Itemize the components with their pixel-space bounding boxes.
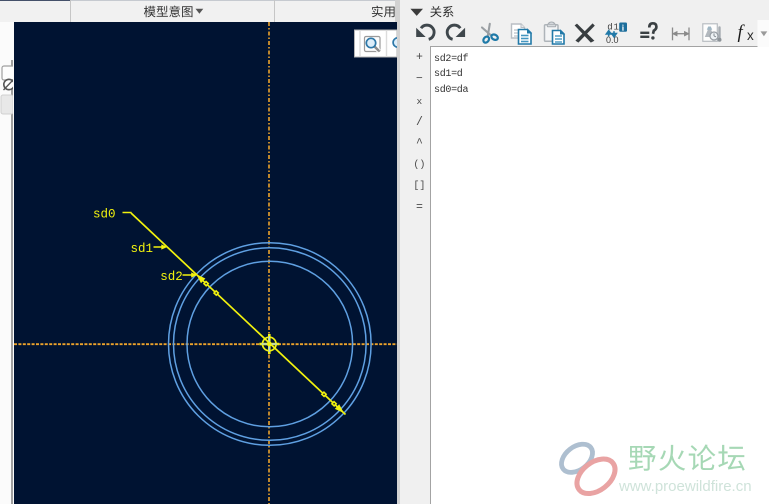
svg-text:sd0: sd0 xyxy=(93,208,116,222)
svg-text:=: = xyxy=(416,201,423,214)
svg-text:x: x xyxy=(417,96,423,107)
svg-text:−: − xyxy=(416,73,423,86)
svg-text:^: ^ xyxy=(416,137,423,150)
svg-text:/: / xyxy=(416,116,423,129)
svg-text:(): () xyxy=(413,159,425,171)
svg-text:+: + xyxy=(416,51,423,64)
svg-text:sd1: sd1 xyxy=(131,242,154,256)
svg-text:f: f xyxy=(738,23,746,43)
svg-text:0.0: 0.0 xyxy=(606,35,619,45)
svg-text:x: x xyxy=(747,28,754,43)
svg-text:www.proewildfire.cn: www.proewildfire.cn xyxy=(618,478,752,495)
svg-text:[]: [] xyxy=(413,180,425,192)
svg-text:sd2: sd2 xyxy=(160,270,183,284)
